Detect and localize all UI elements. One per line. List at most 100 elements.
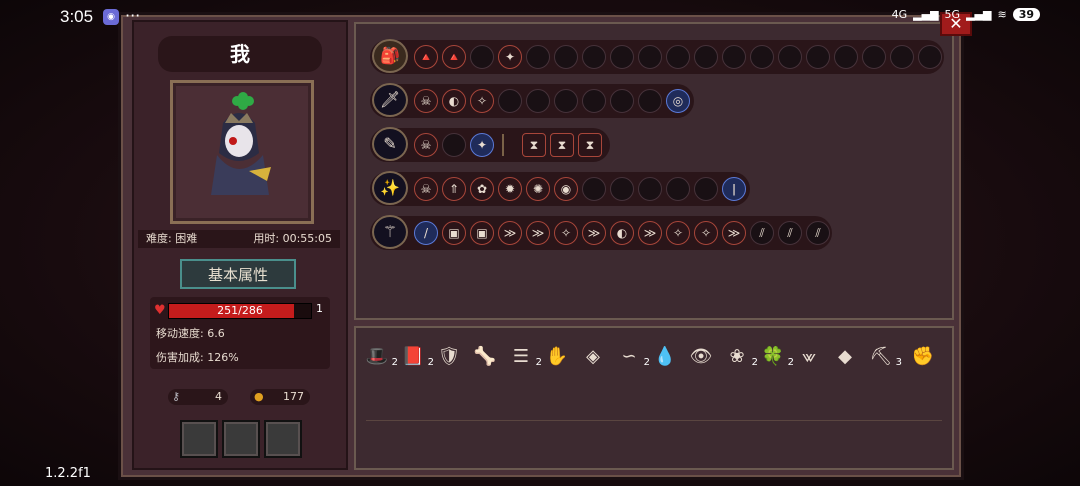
items-panel: 🎩 2 📕 2 🛡 🦴 ☰ 2 ✋ ◈ ∽ 2 💧 👁 ❀ 2 🍀 2 ⩖ ◆ ⛏ 3 ✊ [354,326,954,470]
gem-slot[interactable] [554,89,578,113]
gem-slot[interactable]: ✦ [498,45,522,69]
gem-slot[interactable]: ≫ [722,221,746,245]
gem-slot[interactable]: ☠ [414,133,438,157]
equipment-slot-2[interactable] [222,420,260,458]
ribcage-icon[interactable]: ☰ 2 [506,342,542,372]
gem-slot[interactable]: ⫽ [778,221,802,245]
gem-slot[interactable] [610,177,634,201]
gem-slot[interactable] [750,45,774,69]
crystal-icon[interactable]: ◈ [578,342,608,372]
gem-slot[interactable] [610,89,634,113]
gem-slot[interactable]: ◉ [554,177,578,201]
gem-slot[interactable] [582,45,606,69]
weapon-row-1[interactable]: 🎒 🔺 🔺 ✦ [370,39,944,74]
drop-icon[interactable]: 💧 [650,342,680,372]
gem-slot[interactable]: ✧ [470,89,494,113]
gem-slot[interactable]: ⫽ [750,221,774,245]
staff-icon[interactable]: ✎ [372,127,408,161]
hourglass-icon: ⧗ [522,133,546,157]
sword-icon[interactable]: 🗡 [372,83,408,117]
pickaxe-icon[interactable]: ⛏ 3 [866,342,902,372]
gem-slot[interactable]: ≫ [582,221,606,245]
gem-slot[interactable]: ☠ [414,89,438,113]
gem-slot[interactable]: ✹ [498,177,522,201]
gem-slot[interactable] [526,89,550,113]
gem-slot[interactable]: / [414,221,438,245]
gem-slot[interactable] [862,45,886,69]
gem-slot[interactable] [890,45,914,69]
hook-icon[interactable]: ∽ 2 [614,342,650,372]
gem-slot[interactable]: ◐ [442,89,466,113]
lotus-icon[interactable]: ❀ 2 [722,342,758,372]
gem-slot-special[interactable]: ǀ [722,177,746,201]
gem-slot[interactable] [638,45,662,69]
gem-slot[interactable] [694,177,718,201]
gem-slot[interactable] [526,45,550,69]
gem-slot[interactable]: ≫ [638,221,662,245]
gem-slot[interactable] [582,177,606,201]
mask-icon[interactable]: 🛡 [434,342,464,372]
backpack-icon[interactable]: 🎒 [372,39,408,73]
glove-icon[interactable]: ✋ [542,342,572,372]
gem-slot[interactable] [666,45,690,69]
gem-slot[interactable] [666,177,690,201]
eye-icon[interactable]: 👁 [686,342,716,372]
gem-slot[interactable] [918,45,942,69]
hp-bar: 251/286 [168,303,312,319]
stats-box: ♥ 251/286 1 移动速度: 6.6 伤害加成: 126% [150,297,330,369]
divider [502,134,504,156]
equipment-slot-3[interactable] [264,420,302,458]
gem-slot[interactable]: 🔺 [414,45,438,69]
gem-slot[interactable]: ⫽ [806,221,830,245]
move-speed: 移动速度: 6.6 [156,327,225,340]
bone-icon[interactable]: 🦴 [470,342,500,372]
gem-slot[interactable] [806,45,830,69]
gem-slot[interactable] [694,45,718,69]
gem-slot[interactable] [722,45,746,69]
gem-slot[interactable] [442,133,466,157]
gem-slot[interactable]: ≫ [498,221,522,245]
book-icon[interactable]: 📕 2 [398,342,434,372]
gem-slot[interactable]: ☠ [414,177,438,201]
network-4g-label: 4G [891,8,908,21]
status-right: 4G ▂▄▆ 5G ▂▄▆ ≋ 39 [892,8,1040,21]
gem-slot[interactable]: ▣ [442,221,466,245]
clock: 3:05 [60,7,94,26]
gem-slot[interactable] [638,177,662,201]
fangs-icon[interactable]: ⩖ [794,342,824,372]
gem-slot[interactable]: ◐ [610,221,634,245]
gem-slot[interactable] [638,89,662,113]
gem-slot[interactable] [470,45,494,69]
gem-slot[interactable]: ✺ [526,177,550,201]
gem-slot[interactable] [498,89,522,113]
gem-slot[interactable]: ✧ [666,221,690,245]
scepter-icon[interactable]: ⚚ [372,215,408,249]
gem-slot[interactable]: ⇑ [442,177,466,201]
hat-icon[interactable]: 🎩 2 [362,342,398,372]
gauntlet-icon[interactable]: ✊ [908,342,938,372]
weapon-row-5[interactable]: ⚚ / ▣ ▣ ≫ ≫ ✧ ≫ ◐ ≫ ✧ ✧ ≫ ⫽ ⫽ ⫽ [370,215,832,250]
gem-slot-special[interactable]: ✦ [470,133,494,157]
gem-slot[interactable] [834,45,858,69]
amulet-icon[interactable]: ◆ [830,342,860,372]
gem-slot[interactable]: ✧ [694,221,718,245]
gem-slot[interactable]: ✿ [470,177,494,201]
gem-slot[interactable] [554,45,578,69]
gem-slot-special[interactable]: ◎ [666,89,690,113]
gem-slot[interactable]: ≫ [526,221,550,245]
equipment-slot-1[interactable] [180,420,218,458]
weapon-row-2[interactable]: 🗡 ☠ ◐ ✧ ◎ [370,83,694,118]
gem-slot[interactable]: ✧ [554,221,578,245]
basic-attributes-button[interactable]: 基本属性 [180,259,296,289]
weapon-row-3[interactable]: ✎ ☠ ✦ ⧗ ⧗ ⧗ [370,127,610,162]
gem-slot[interactable]: 🔺 [442,45,466,69]
gem-slot[interactable]: ▣ [470,221,494,245]
clover-icon[interactable]: 🍀 2 [758,342,794,372]
player-name: 我 [230,42,250,66]
wand-icon[interactable]: ✨ [372,171,408,205]
gem-slot[interactable] [778,45,802,69]
weapon-row-4[interactable]: ✨ ☠ ⇑ ✿ ✹ ✺ ◉ ǀ [370,171,750,206]
gem-slot[interactable] [582,89,606,113]
character-portrait [170,80,314,224]
gem-slot[interactable] [610,45,634,69]
